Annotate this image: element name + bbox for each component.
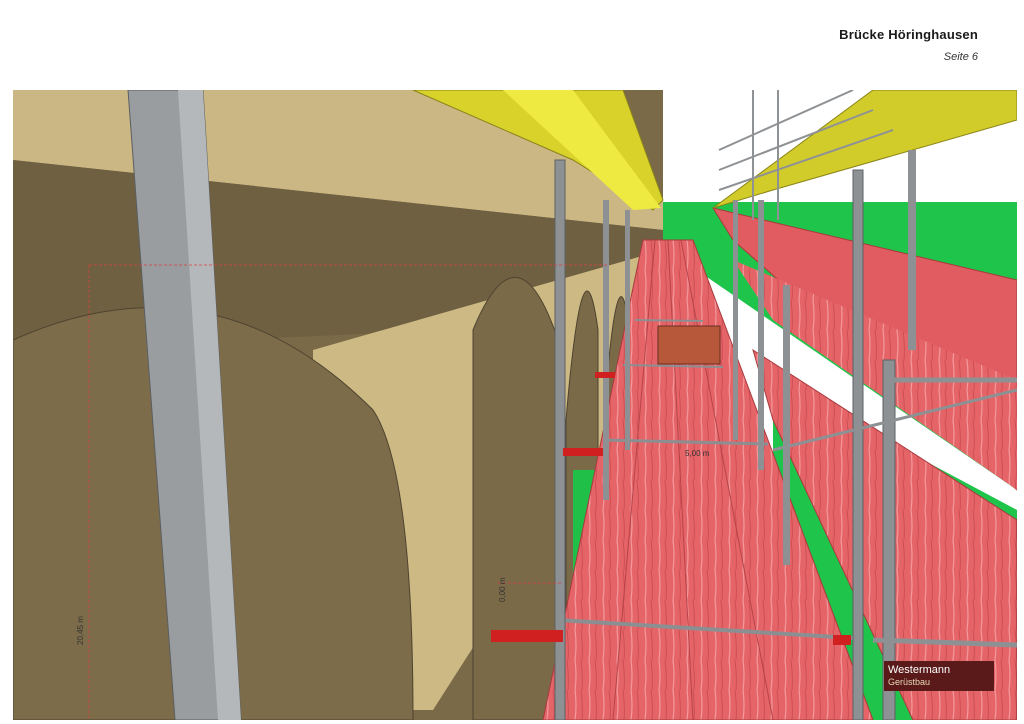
logo-line1: Westermann: [888, 664, 951, 676]
height-dimension-label: 20,45 m: [76, 616, 85, 645]
document-title: Brücke Höringhausen: [839, 27, 978, 42]
logo-line2: Gerüstbau: [888, 677, 931, 687]
scaffold-rendering: 20,45 m 5,00 m 0,00 m: [13, 90, 1017, 720]
gap-dimension-label: 0,00 m: [498, 577, 507, 602]
rendering-svg: 20,45 m 5,00 m 0,00 m: [13, 90, 1017, 720]
page-number: Seite 6: [943, 51, 978, 63]
span-dimension-label: 5,00 m: [685, 449, 710, 458]
